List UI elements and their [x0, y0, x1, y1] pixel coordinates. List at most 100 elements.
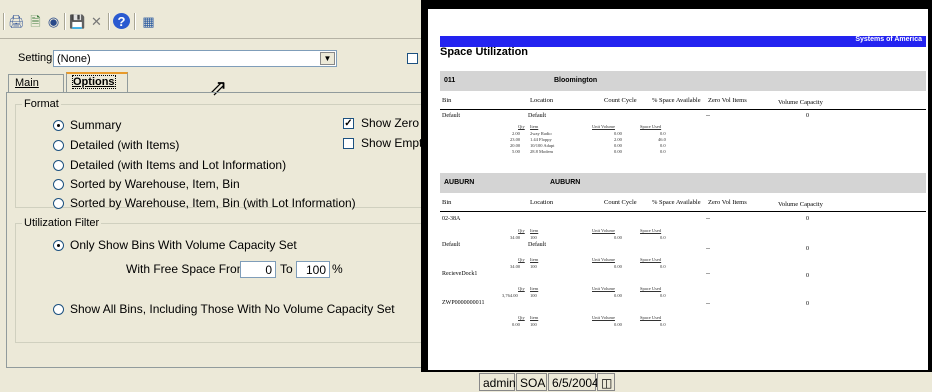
radio-sorted-lot-label: Sorted by Warehouse, Item, Bin (with Lot…: [70, 196, 356, 210]
col-space: % Space Available: [652, 199, 701, 206]
location-value: Default: [528, 242, 546, 248]
show-zero-qty-checkbox[interactable]: ✓: [343, 118, 354, 129]
utilization-filter-group: Utilization Filter Only Show Bins With V…: [15, 217, 433, 343]
sub-space-used: Space Used: [640, 228, 662, 233]
database-icon: ◫: [597, 373, 615, 391]
bin-value: Default: [442, 113, 460, 119]
row-qty: 23.00: [510, 137, 521, 142]
row-item: 2way Radio: [530, 131, 552, 136]
col-capacity: Volume Capacity: [778, 201, 823, 208]
bin-value: ZWP0000000011: [442, 300, 485, 306]
setting-checkbox[interactable]: [407, 53, 418, 64]
group-code: 011: [444, 77, 456, 84]
row-uv: 2.00: [614, 137, 622, 142]
printer-icon[interactable]: 🖨: [8, 13, 25, 29]
col-space: % Space Available: [652, 97, 701, 104]
tab-options-label: Options: [72, 75, 116, 89]
row-item: 100: [530, 264, 537, 269]
toolbar-separator: [64, 13, 66, 30]
toolbar-separator: [108, 13, 110, 30]
sub-qty: Qty: [518, 257, 525, 262]
row-item: 10/100 Adapt: [530, 143, 555, 148]
percent-label: %: [332, 262, 343, 276]
sub-qty: Qty: [518, 124, 525, 129]
row-item: 100: [530, 322, 537, 327]
radio-sorted-lot[interactable]: [53, 198, 64, 209]
row-item: 100: [530, 235, 537, 240]
col-cycle: Count Cycle: [604, 199, 637, 206]
setting-value: (None): [57, 53, 91, 65]
row-uv: 0.00: [614, 322, 622, 327]
row-su: 0.0: [660, 322, 666, 327]
free-space-from-input[interactable]: 0: [240, 261, 276, 278]
format-title: Format: [22, 98, 61, 110]
radio-only-capacity[interactable]: [53, 240, 64, 251]
row-qty: 34.00: [510, 235, 521, 240]
bin-value: RecieveDock1: [442, 271, 478, 277]
radio-detailed[interactable]: [53, 140, 64, 151]
report-header-row: Bin Location Count Cycle % Space Availab…: [440, 199, 926, 212]
zero-value: --: [706, 301, 710, 307]
delete-icon[interactable]: ✕: [88, 13, 105, 29]
row-qty: 34.00: [510, 264, 521, 269]
format-group: Format Summary Detailed (with Items) Det…: [15, 98, 441, 210]
setting-dropdown[interactable]: (None) ▼: [53, 50, 337, 67]
radio-only-capacity-label: Only Show Bins With Volume Capacity Set: [70, 238, 297, 252]
row-item: 28.8 Modem: [530, 149, 553, 154]
sub-space-used: Space Used: [640, 257, 662, 262]
location-value: Default: [528, 113, 546, 119]
calendar-icon[interactable]: ▦: [140, 13, 157, 29]
sub-item: Item: [530, 257, 539, 262]
sub-qty: Qty: [518, 286, 525, 291]
radio-sorted-label: Sorted by Warehouse, Item, Bin: [70, 177, 240, 191]
setting-label: Setting: [18, 52, 53, 64]
sub-item: Item: [530, 315, 539, 320]
radio-detailed-label: Detailed (with Items): [70, 138, 180, 152]
toolbar: 🖨 🗎 ◉ 💾 ✕ ? ▦: [0, 0, 432, 39]
sub-qty: Qty: [518, 315, 525, 320]
tab-options[interactable]: Options: [66, 72, 128, 93]
toolbar-separator: [134, 13, 136, 30]
show-empty-checkbox[interactable]: [343, 138, 354, 149]
sub-item: Item: [530, 124, 539, 129]
help-icon[interactable]: ?: [113, 13, 130, 29]
report-header-row: Bin Location Count Cycle % Space Availab…: [440, 97, 926, 110]
binoculars-icon[interactable]: ◉: [45, 13, 62, 29]
options-pane: 🖨 🗎 ◉ 💾 ✕ ? ▦ Setting (None) ▼ Main Opti…: [0, 0, 441, 372]
row-item: 1.44 Floppy: [530, 137, 552, 142]
sub-unit-volume: Unit Volume: [592, 257, 615, 262]
toolbar-separator: [3, 13, 5, 30]
sub-qty: Qty: [518, 228, 525, 233]
sub-space-used: Space Used: [640, 315, 662, 320]
radio-summary[interactable]: [53, 120, 64, 131]
row-su: 0.0: [660, 264, 666, 269]
print-preview-icon[interactable]: 🗎: [27, 13, 44, 29]
group-code: AUBURN: [444, 179, 475, 186]
tab-main[interactable]: Main: [8, 74, 64, 92]
row-qty: 3,764.00: [502, 293, 518, 298]
sub-unit-volume: Unit Volume: [592, 124, 615, 129]
company-name: Systems of America: [855, 36, 922, 43]
radio-summary-label: Summary: [70, 118, 122, 132]
row-uv: 0.00: [614, 293, 622, 298]
status-date: 6/5/2004: [548, 373, 599, 391]
tab-main-label: Main: [15, 77, 39, 89]
zero-value: --: [706, 271, 710, 277]
chevron-down-icon[interactable]: ▼: [320, 52, 335, 65]
col-zero: Zero Vol Items: [708, 199, 747, 206]
capacity-value: 0: [806, 273, 809, 279]
col-zero: Zero Vol Items: [708, 97, 747, 104]
radio-sorted[interactable]: [53, 179, 64, 190]
bin-value: Default: [442, 242, 460, 248]
status-company: SOA: [516, 373, 547, 391]
report-preview[interactable]: Systems of America Space Utilization 011…: [428, 9, 928, 370]
capacity-value: 0: [806, 246, 809, 252]
save-icon[interactable]: 💾: [69, 13, 86, 29]
col-capacity: Volume Capacity: [778, 99, 823, 106]
free-space-to-input[interactable]: 100: [296, 261, 330, 278]
row-uv: 0.00: [614, 235, 622, 240]
radio-all-bins[interactable]: [53, 304, 64, 315]
radio-detailed-lot[interactable]: [53, 160, 64, 171]
sub-unit-volume: Unit Volume: [592, 228, 615, 233]
row-uv: 0.00: [614, 131, 622, 136]
